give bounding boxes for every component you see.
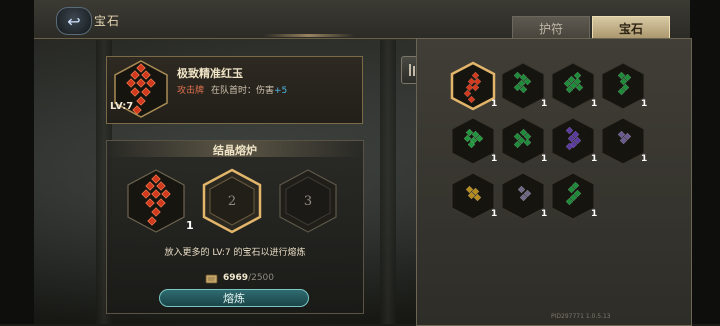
furnace-slot-2[interactable]: 2: [201, 168, 263, 234]
smelt-button[interactable]: 熔炼: [159, 289, 309, 307]
gem-hex-icon: [551, 62, 595, 110]
header-ornament: [264, 34, 354, 37]
gem-effect: 在队首时：伤害+5: [211, 83, 287, 96]
gem-level: LV:7: [110, 101, 134, 112]
gem-effect-value: +5: [274, 86, 288, 96]
screen-edge-left: [0, 0, 34, 324]
furnace-slot-2-number: 2: [227, 193, 237, 209]
gem-detail-card: LV:7 极致精准红玉 攻击牌 在队首时：伤害+5: [106, 56, 363, 124]
gem-inventory-count: 1: [541, 99, 548, 109]
gem-inventory-item[interactable]: 1: [549, 171, 597, 221]
smelt-cost-current: 6969: [223, 273, 249, 283]
gem-hex-icon: [501, 62, 545, 110]
gem-inventory-count: 1: [491, 154, 498, 164]
furnace-slot-3-number: 3: [303, 193, 313, 209]
gem-hex-icon: [601, 117, 645, 165]
background-pillar: [380, 40, 396, 324]
gem-inventory-item[interactable]: 1: [499, 171, 547, 221]
furnace-slot-1-count: 1: [186, 219, 194, 232]
furnace-slot-3[interactable]: 3: [277, 168, 339, 234]
gem-inventory-count: 1: [591, 154, 598, 164]
furnace-slot-1[interactable]: [125, 168, 187, 234]
gem-inventory-item[interactable]: 1: [549, 116, 597, 166]
gem-inventory-count: 1: [591, 209, 598, 219]
gem-name: 极致精准红玉: [177, 67, 243, 80]
gem-inventory-item[interactable]: 1: [449, 61, 497, 111]
build-id: PID297771 1.0.5.13: [551, 313, 611, 320]
gem-inventory-item[interactable]: 1: [449, 171, 497, 221]
gem-inventory-count: 1: [491, 99, 498, 109]
furnace-hint: 放入更多的 LV:7 的宝石以进行熔炼: [164, 248, 306, 258]
gem-type: 攻击牌: [177, 86, 205, 96]
furnace-title: 结晶熔炉: [213, 144, 257, 157]
gem-inventory-item[interactable]: 1: [499, 116, 547, 166]
gem-hex-icon: [551, 117, 595, 165]
gem-hex-icon: [501, 117, 545, 165]
gem-hex-icon: [450, 61, 496, 111]
gem-inventory-item[interactable]: 1: [499, 61, 547, 111]
smelt-cost-max: /2500: [248, 273, 274, 283]
header-bar: ↩ 宝石 护符 宝石: [34, 0, 690, 39]
gem-hex-icon: [451, 172, 495, 220]
back-arrow-icon: ↩: [67, 11, 81, 31]
gem-inventory-count: 1: [541, 154, 548, 164]
gem-inventory-count: 1: [491, 209, 498, 219]
gem-inventory-count: 1: [541, 209, 548, 219]
gem-hex-icon: [551, 172, 595, 220]
gem-inventory-item[interactable]: 1: [449, 116, 497, 166]
gem-effect-text: 在队首时：伤害: [211, 86, 275, 96]
scroll-currency-icon: [205, 274, 218, 284]
page-title: 宝石: [94, 14, 121, 28]
gem-hex-icon: [601, 62, 645, 110]
screen-edge-right: [690, 0, 720, 324]
gem-hex-icon: [451, 117, 495, 165]
tab-gem[interactable]: 宝石: [592, 16, 670, 39]
gem-inventory-count: 1: [641, 154, 648, 164]
smelt-cost: 6969/2500: [223, 273, 274, 283]
gem-inventory-panel: 1 1 1 1 1 1 1 1 1 1 1 PID297771 1.0.5.13: [416, 38, 692, 326]
tab-amulet[interactable]: 护符: [512, 16, 590, 39]
gem-inventory-item[interactable]: 1: [599, 116, 647, 166]
gem-inventory-count: 1: [591, 99, 598, 109]
gem-hex-icon: [501, 172, 545, 220]
gem-inventory-count: 1: [641, 99, 648, 109]
gem-inventory-item[interactable]: 1: [549, 61, 597, 111]
back-button[interactable]: ↩: [56, 7, 92, 35]
gem-inventory-item[interactable]: 1: [599, 61, 647, 111]
crystal-furnace-panel: 结晶熔炉 1 2 3 放入更多的 LV:7 的宝石以进行熔炼 6969/2500…: [106, 140, 364, 314]
